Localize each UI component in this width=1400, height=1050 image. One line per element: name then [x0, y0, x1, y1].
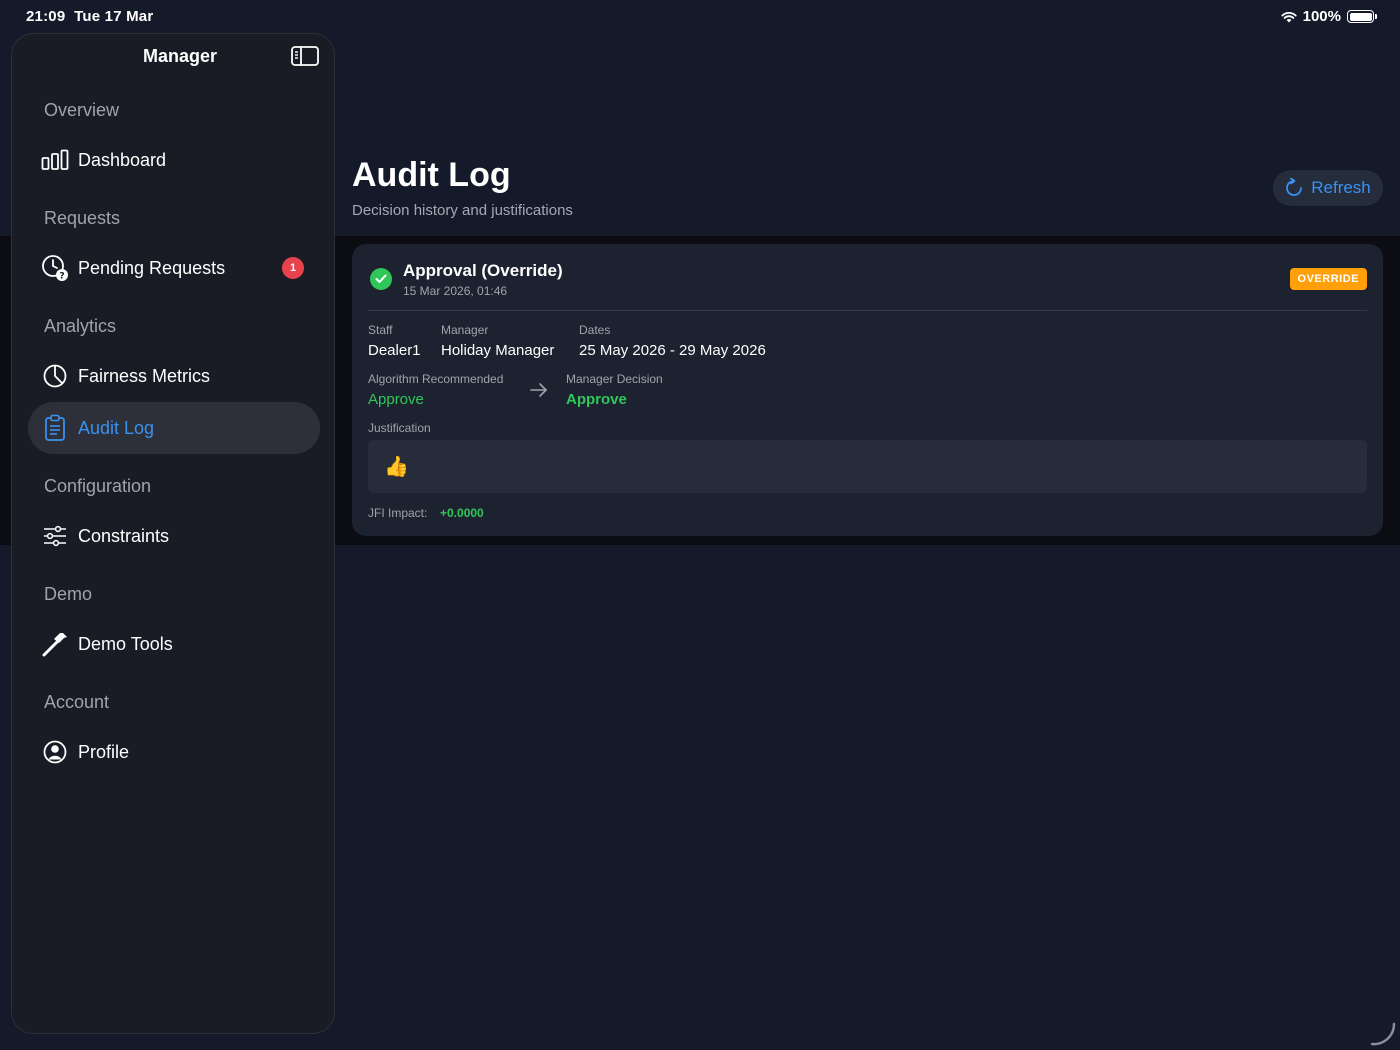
- sidebar-item-label: Demo Tools: [78, 633, 173, 654]
- status-time: 21:09 Tue 17 Mar: [26, 8, 154, 25]
- manager-decision-label: Manager Decision: [566, 372, 663, 386]
- sidebar-item-audit-log[interactable]: Audit Log: [28, 402, 320, 454]
- section-demo: Demo: [44, 584, 93, 604]
- manager-decision-value: Approve: [566, 391, 627, 408]
- sidebar: Manager Overview Dashboard Requests ? Pe…: [11, 33, 335, 1034]
- sliders-icon: [40, 521, 70, 551]
- checkmark-circle-icon: [370, 268, 392, 290]
- wifi-icon: [1281, 11, 1297, 22]
- section-account: Account: [44, 692, 110, 712]
- resize-grabber-icon[interactable]: [1370, 1022, 1396, 1046]
- sidebar-item-label: Profile: [78, 741, 130, 762]
- sidebar-item-label: Dashboard: [78, 149, 167, 170]
- chart-bar-icon: [40, 145, 70, 175]
- section-requests: Requests: [44, 208, 121, 228]
- refresh-button[interactable]: Refresh: [1273, 170, 1383, 206]
- ipad-screen: 21:09 Tue 17 Mar 100% Manager Overview D…: [0, 0, 1400, 1050]
- divider: [368, 310, 1367, 311]
- section-analytics: Analytics: [44, 316, 117, 336]
- page-subtitle: Decision history and justifications: [352, 202, 573, 219]
- jfi-impact-value: +0.0000: [440, 506, 484, 520]
- staff-label: Staff: [368, 323, 393, 337]
- sidebar-item-constraints[interactable]: Constraints: [28, 510, 320, 562]
- section-overview: Overview: [44, 100, 120, 120]
- battery-percentage: 100%: [1302, 8, 1341, 25]
- status-bar: 21:09 Tue 17 Mar 100%: [0, 0, 1400, 32]
- audit-entry-card[interactable]: Approval (Override) 15 Mar 2026, 01:46 O…: [352, 244, 1383, 536]
- page-title: Audit Log: [352, 156, 511, 194]
- entry-timestamp: 15 Mar 2026, 01:46: [403, 284, 508, 298]
- person-circle-icon: [40, 737, 70, 767]
- hammer-icon: [40, 629, 70, 659]
- justification-label: Justification: [368, 421, 431, 435]
- clock-question-icon: ?: [40, 253, 70, 283]
- sidebar-item-label: Constraints: [78, 525, 170, 546]
- sidebar-item-label: Pending Requests: [78, 257, 226, 278]
- dates-label: Dates: [579, 323, 611, 337]
- entry-title: Approval (Override): [403, 261, 563, 280]
- sidebar-item-pending-requests[interactable]: ? Pending Requests 1: [28, 242, 320, 294]
- staff-value: Dealer1: [368, 342, 421, 359]
- justification-text: 👍: [384, 456, 409, 478]
- sidebar-toggle-icon[interactable]: [291, 45, 319, 67]
- sidebar-item-profile[interactable]: Profile: [28, 726, 320, 778]
- section-configuration: Configuration: [44, 476, 152, 496]
- sidebar-item-label: Audit Log: [78, 417, 155, 438]
- sidebar-item-fairness-metrics[interactable]: Fairness Metrics: [28, 350, 320, 402]
- jfi-impact-label: JFI Impact:: [368, 506, 428, 520]
- arrow-right-icon: [530, 383, 547, 397]
- sidebar-item-demo-tools[interactable]: Demo Tools: [28, 618, 320, 670]
- status-indicators: 100%: [1281, 8, 1377, 25]
- justification-box: 👍: [368, 440, 1367, 493]
- manager-value: Holiday Manager: [441, 342, 555, 359]
- svg-text:?: ?: [59, 272, 64, 282]
- dates-value: 25 May 2026 - 29 May 2026: [579, 342, 766, 359]
- refresh-icon: [1286, 178, 1303, 196]
- sidebar-item-dashboard[interactable]: Dashboard: [28, 134, 320, 186]
- pending-count-badge: 1: [282, 257, 304, 279]
- battery-icon: [1347, 10, 1377, 23]
- clipboard-icon: [40, 413, 70, 443]
- manager-label: Manager: [441, 323, 489, 337]
- refresh-label: Refresh: [1311, 178, 1371, 197]
- algorithm-label: Algorithm Recommended: [368, 372, 504, 386]
- override-badge: OVERRIDE: [1289, 268, 1367, 290]
- algorithm-value: Approve: [368, 391, 424, 408]
- pie-chart-icon: [40, 361, 70, 391]
- sidebar-item-label: Fairness Metrics: [78, 365, 211, 386]
